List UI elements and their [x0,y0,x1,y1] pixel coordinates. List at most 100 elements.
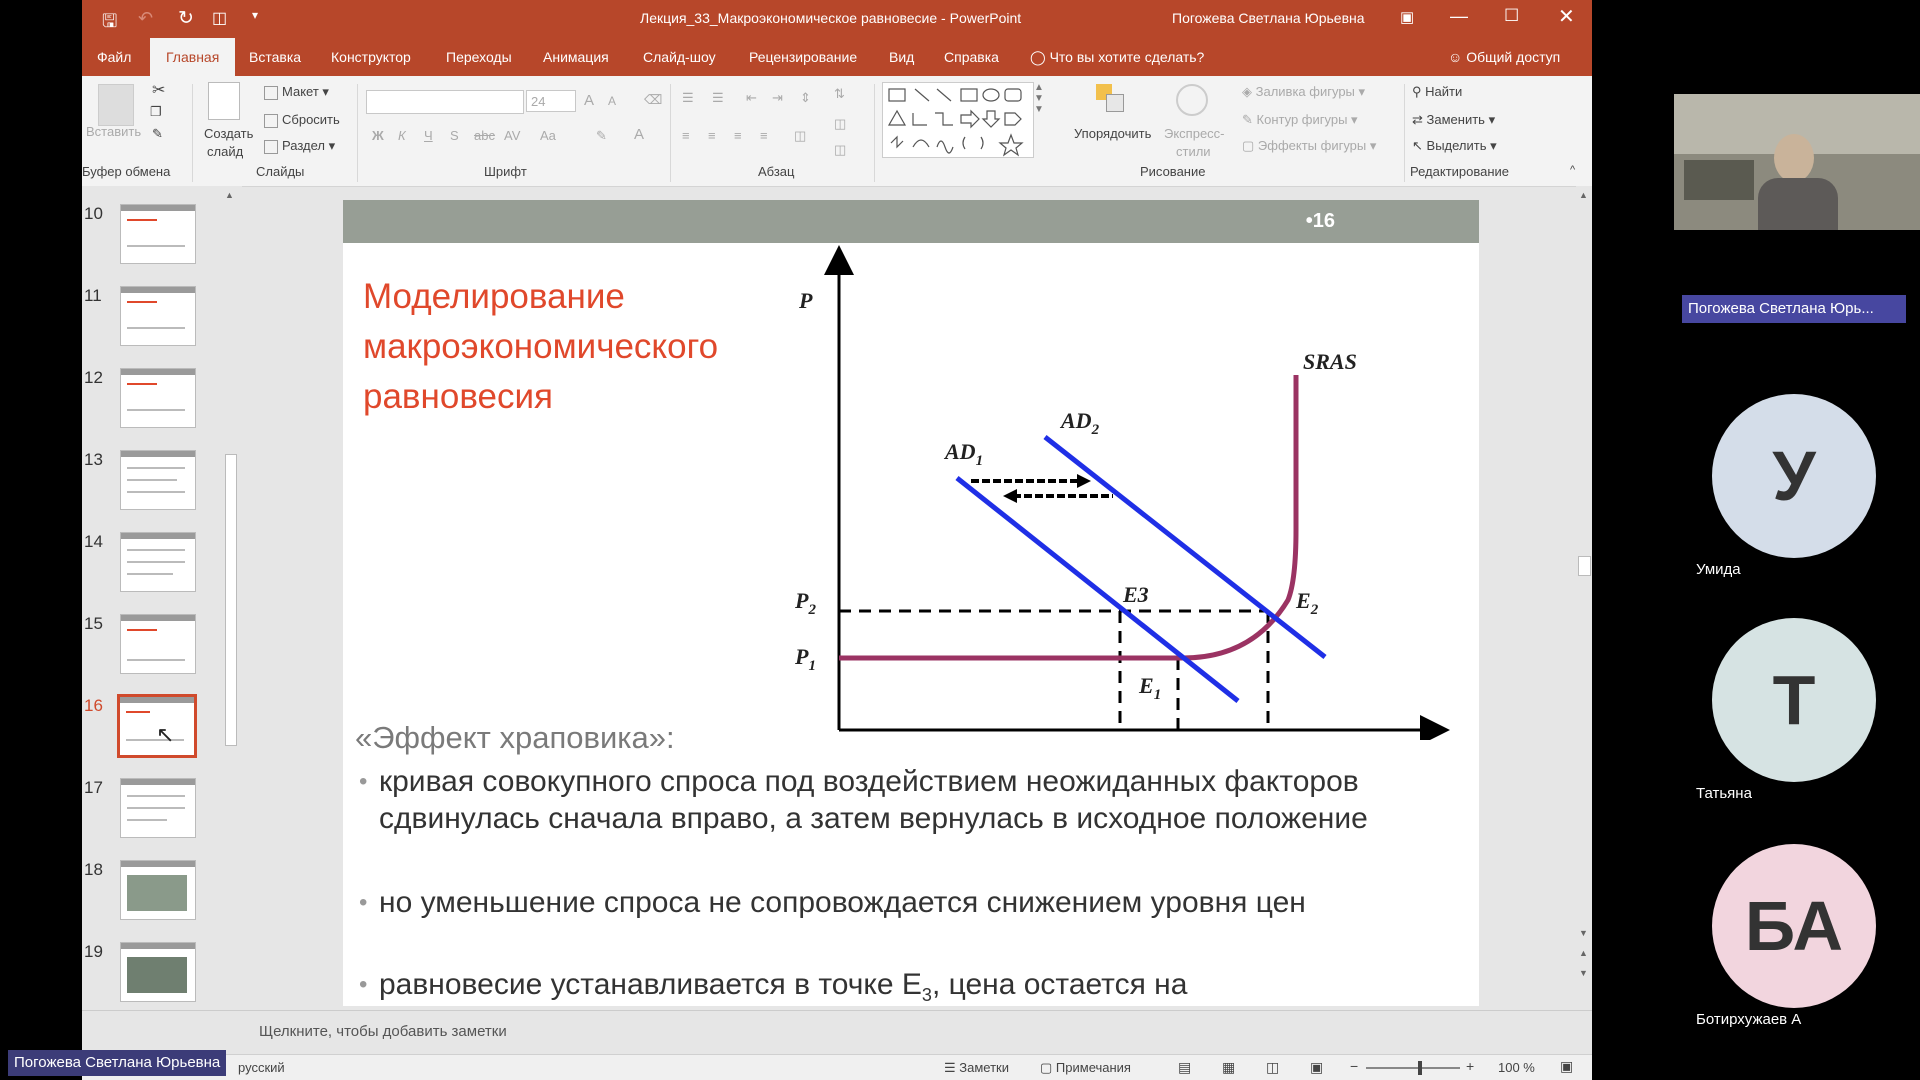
new-slide-label-1[interactable]: Создать [204,126,253,141]
copy-icon[interactable]: ❐ [150,104,162,120]
normal-view-icon[interactable]: ▤ [1178,1059,1191,1076]
slide-thumbnail[interactable] [120,860,196,920]
shapes-gallery[interactable] [882,82,1034,158]
align-text-icon[interactable]: ◫ [834,116,846,132]
underline-button[interactable]: Ч [424,128,433,143]
ribbon-display-icon[interactable]: ▣ [1400,8,1414,26]
gallery-scroll-icon[interactable]: ▲ ▼ ▼ [1034,82,1044,115]
slide-thumbnail[interactable] [120,778,196,838]
save-icon[interactable]: 🖫 [102,9,117,39]
notes-placeholder[interactable]: Щелкните, чтобы добавить заметки [259,1023,507,1040]
char-spacing-button[interactable]: AV [504,128,520,143]
decrease-indent-icon[interactable]: ⇤ [746,90,757,106]
tab-transitions[interactable]: Переходы [446,38,512,76]
slide-thumbnail[interactable] [120,942,196,1002]
smartart-icon[interactable]: ◫ [834,142,846,158]
shape-outline-button[interactable]: ✎ Контур фигуры ▾ [1242,112,1358,128]
presenter-video[interactable] [1674,94,1920,230]
participant-avatar[interactable]: БА [1712,844,1876,1008]
share-button[interactable]: ☺ Общий доступ [1448,38,1560,76]
slide-thumbnail[interactable] [120,532,196,592]
thumbnails-scrollbar[interactable]: ▲ ▼ [222,186,238,1054]
scroll-up-icon[interactable]: ▲ [1579,190,1588,200]
maximize-icon[interactable]: ☐ [1504,6,1519,26]
reset-button[interactable]: Сбросить [264,112,340,128]
prev-slide-icon[interactable]: ▲ [1579,948,1588,958]
minimize-icon[interactable]: — [1450,6,1468,27]
section-button[interactable]: Раздел ▾ [264,138,335,154]
new-slide-label-2[interactable]: слайд [207,144,243,159]
strikethrough-button[interactable]: abc [474,128,495,143]
scrollbar-thumb[interactable] [225,454,237,746]
shadow-button[interactable]: S [450,128,459,143]
participant-avatar[interactable]: Т [1712,618,1876,782]
zoom-out-icon[interactable]: − [1350,1058,1358,1074]
slide-thumbnail[interactable] [120,204,196,264]
zoom-slider-handle[interactable] [1418,1061,1422,1075]
increase-indent-icon[interactable]: ⇥ [772,90,783,106]
tell-me-box[interactable]: ◯ Что вы хотите сделать? [1030,38,1204,76]
language-indicator[interactable]: русский [238,1060,285,1075]
highlight-icon[interactable]: ✎ [596,128,607,144]
change-case-button[interactable]: Aa [540,128,556,143]
layout-button[interactable]: Макет ▾ [264,84,329,100]
font-color-button[interactable]: A [634,126,644,143]
tab-file[interactable]: Файл [97,38,131,76]
collapse-ribbon-icon[interactable]: ^ [1570,164,1575,176]
account-name[interactable]: Погожева Светлана Юрьевна [1172,10,1365,26]
customize-qat-icon[interactable]: ▾ [252,8,258,22]
font-size-box[interactable]: 24 [526,90,576,112]
select-button[interactable]: ↖ Выделить ▾ [1412,138,1497,154]
bold-button[interactable]: Ж [372,128,384,143]
shape-fill-button[interactable]: ◈ Заливка фигуры ▾ [1242,84,1365,100]
slide-thumbnail[interactable] [120,614,196,674]
align-right-icon[interactable]: ≡ [734,128,742,143]
next-slide-icon[interactable]: ▼ [1579,968,1588,978]
tab-design[interactable]: Конструктор [331,38,411,76]
tab-insert[interactable]: Вставка [249,38,301,76]
quick-styles-label-1[interactable]: Экспресс- [1164,126,1225,141]
shape-effects-button[interactable]: ▢ Эффекты фигуры ▾ [1242,138,1376,154]
slide-scrollbar[interactable]: ▲ ▼ ▲ ▼ [1576,186,1592,1010]
tab-animations[interactable]: Анимация [543,38,609,76]
find-button[interactable]: ⚲ Найти [1412,84,1462,100]
font-name-box[interactable] [366,90,524,114]
participant-avatar[interactable]: У [1712,394,1876,558]
columns-icon[interactable]: ◫ [794,128,806,144]
start-slideshow-icon[interactable]: ◫ [212,8,227,28]
slide-thumbnail[interactable] [120,368,196,428]
paste-button[interactable]: Вставить [86,124,141,139]
quick-styles-label-2[interactable]: стили [1176,144,1211,159]
replace-button[interactable]: ⇄ Заменить ▾ [1412,112,1495,128]
grow-font-button[interactable]: A [584,92,594,109]
fit-slide-icon[interactable]: ▣ [1560,1058,1573,1075]
tab-home[interactable]: Главная [150,38,236,76]
italic-button[interactable]: К [398,128,406,143]
zoom-slider[interactable] [1366,1067,1460,1069]
arrange-button[interactable]: Упорядочить [1074,126,1151,141]
tab-review[interactable]: Рецензирование [749,38,857,76]
slide-thumbnail[interactable] [120,286,196,346]
slide-canvas[interactable]: •16 Моделирование макроэкономического ра… [343,200,1479,1006]
bullets-icon[interactable]: ☰ [682,90,694,106]
align-center-icon[interactable]: ≡ [708,128,716,143]
tab-slideshow[interactable]: Слайд-шоу [643,38,716,76]
format-painter-icon[interactable]: ✎ [152,126,163,142]
undo-icon[interactable]: ↶ [138,8,153,29]
close-icon[interactable]: ✕ [1558,4,1575,29]
scrollbar-thumb[interactable] [1578,556,1591,576]
scroll-up-icon[interactable]: ▲ [225,190,234,200]
text-direction-icon[interactable]: ⇅ [834,86,845,102]
align-left-icon[interactable]: ≡ [682,128,690,143]
notes-toggle[interactable]: ☰ Заметки [944,1060,1009,1076]
numbering-icon[interactable]: ☰ [712,90,724,106]
notes-pane[interactable]: Щелкните, чтобы добавить заметки [82,1010,1592,1055]
slide-sorter-icon[interactable]: ▦ [1222,1059,1235,1076]
line-spacing-icon[interactable]: ⇕ [800,90,811,106]
justify-icon[interactable]: ≡ [760,128,768,143]
tab-help[interactable]: Справка [944,38,999,76]
cut-icon[interactable]: ✂ [152,80,165,100]
comments-toggle[interactable]: ▢ Примечания [1040,1060,1131,1076]
shrink-font-button[interactable]: A [608,94,616,108]
tab-view[interactable]: Вид [889,38,914,76]
